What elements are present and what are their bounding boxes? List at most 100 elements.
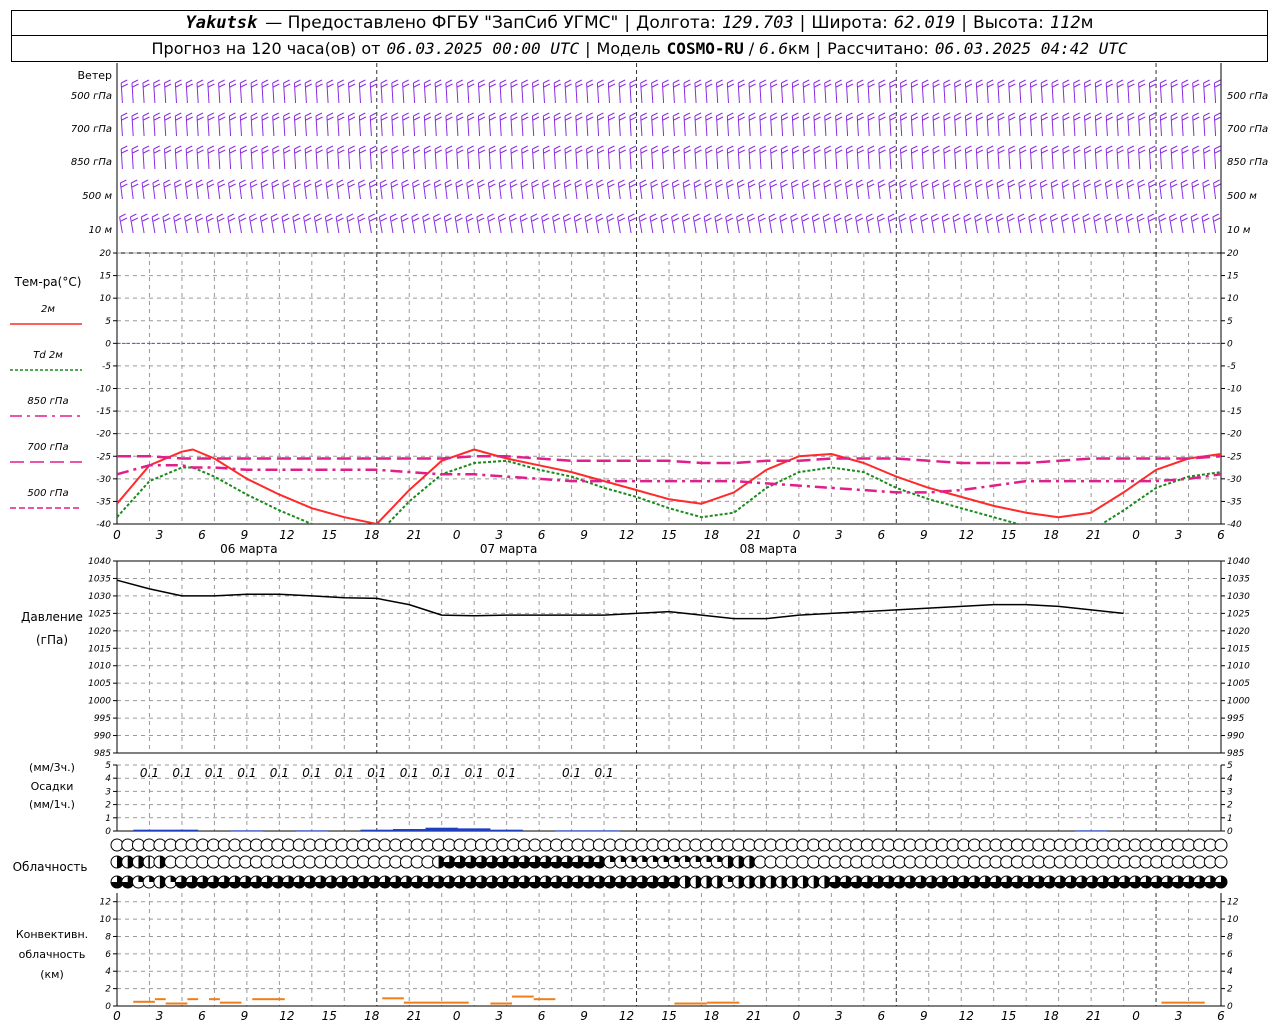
wind-barb (856, 145, 865, 170)
wind-barb (596, 145, 605, 170)
wind-barb (444, 179, 453, 200)
wind-barb (596, 112, 605, 137)
wind-barb (941, 213, 950, 234)
cloud-symbol (271, 838, 285, 852)
conv-ytick-right: 6 (1227, 950, 1233, 960)
wind-barb (499, 112, 507, 137)
wind-barb (1073, 79, 1081, 104)
conv-xtick: 21 (746, 1009, 761, 1023)
wind-barb (337, 79, 345, 104)
wind-barb (272, 145, 280, 170)
wind-barb (975, 179, 983, 200)
wind-barb (737, 79, 746, 104)
wind-barb (855, 213, 864, 234)
wind-barb (748, 79, 756, 104)
wind-barb (368, 213, 377, 234)
temp-legend-label: 500 гПа (27, 488, 68, 499)
wind-barb (997, 79, 1005, 104)
wind-barb (1170, 112, 1178, 137)
wind-barb (715, 179, 723, 200)
wind-barb (1170, 145, 1178, 170)
day-label: 06 марта (220, 542, 277, 556)
cloud-symbol (710, 838, 724, 852)
temp-xtick: 6 (877, 528, 885, 542)
wind-barb (519, 213, 528, 234)
wind-barb (423, 179, 431, 200)
temp-ytick-right: -25 (1227, 452, 1242, 462)
temp-xtick: 0 (453, 528, 461, 542)
conv-segment (382, 997, 404, 1000)
cloud-symbol (346, 855, 360, 869)
cloud-symbol (1032, 855, 1046, 869)
cloud-symbol (228, 838, 242, 852)
wind-barb (845, 179, 853, 200)
wind-barb (152, 179, 161, 200)
wind-level-label-left: 10 м (89, 225, 113, 236)
cloud-symbol (378, 855, 392, 869)
wind-barb (283, 79, 291, 104)
cloud-symbol (1032, 838, 1046, 852)
wind-barb (412, 79, 421, 104)
wind-barb (1213, 179, 1221, 200)
temp-xtick: 12 (959, 528, 974, 542)
wind-barb (1138, 112, 1146, 137)
wind-barb (1008, 145, 1016, 170)
wind-barb (618, 112, 626, 137)
cloud-symbol (1150, 838, 1164, 852)
cloud-symbol (217, 855, 231, 869)
precip-ytick-right: 0 (1227, 827, 1233, 837)
cloud-symbol (346, 838, 360, 852)
cloud-symbol (785, 838, 799, 852)
wind-barb (1040, 79, 1049, 104)
wind-barb (943, 145, 951, 170)
pres-ytick-left: 995 (94, 714, 111, 724)
wind-barb (249, 179, 258, 200)
cloud-symbol (646, 838, 660, 852)
wind-barb (477, 79, 486, 104)
wind-barb (412, 112, 421, 137)
cloud-symbol (560, 838, 574, 852)
day-label: 07 марта (480, 542, 537, 556)
wind-barb (759, 145, 767, 170)
cloud-symbol (925, 838, 939, 852)
cloud-symbol (367, 855, 381, 869)
wind-barb (1008, 112, 1016, 137)
wind-barb (380, 145, 388, 170)
wind-barb (910, 112, 919, 137)
cloud-symbol (281, 838, 295, 852)
wind-barb (509, 179, 518, 200)
wind-barb (932, 79, 940, 104)
conv-ytick-right: 0 (1227, 1002, 1233, 1012)
cloud-symbol (1107, 855, 1121, 869)
pres-ytick-left: 1015 (88, 644, 111, 654)
wind-barb (1049, 213, 1059, 234)
cloud-symbol (1096, 855, 1110, 869)
wind-barb (1018, 179, 1027, 200)
wind-barb (801, 179, 810, 200)
precip-value-label: 0.1 (335, 766, 354, 780)
wind-barb (672, 145, 681, 170)
cloud-symbol (399, 838, 413, 852)
cloud-symbol (935, 855, 949, 869)
wind-barb (335, 213, 344, 234)
wind-barb (1060, 213, 1069, 234)
wind-barb (964, 145, 973, 170)
wind-barb (1148, 79, 1157, 104)
temp-xtick: 6 (198, 528, 206, 542)
wind-barb (627, 213, 636, 234)
clouds-row-2 (110, 855, 1228, 869)
wind-barb (683, 112, 691, 137)
wind-barb (487, 213, 496, 234)
cloud-symbol (614, 838, 628, 852)
wind-barb (315, 112, 323, 137)
wind-barb (239, 179, 247, 200)
wind-barb (239, 145, 248, 170)
wind-barb (174, 179, 182, 200)
wind-barb (900, 145, 908, 170)
wind-barb (1028, 213, 1037, 234)
cloud-symbol (1043, 838, 1057, 852)
wind-barb (649, 213, 658, 234)
wind-barb (142, 145, 150, 170)
wind-barb (315, 145, 323, 170)
pres-ytick-left: 1025 (88, 609, 111, 619)
